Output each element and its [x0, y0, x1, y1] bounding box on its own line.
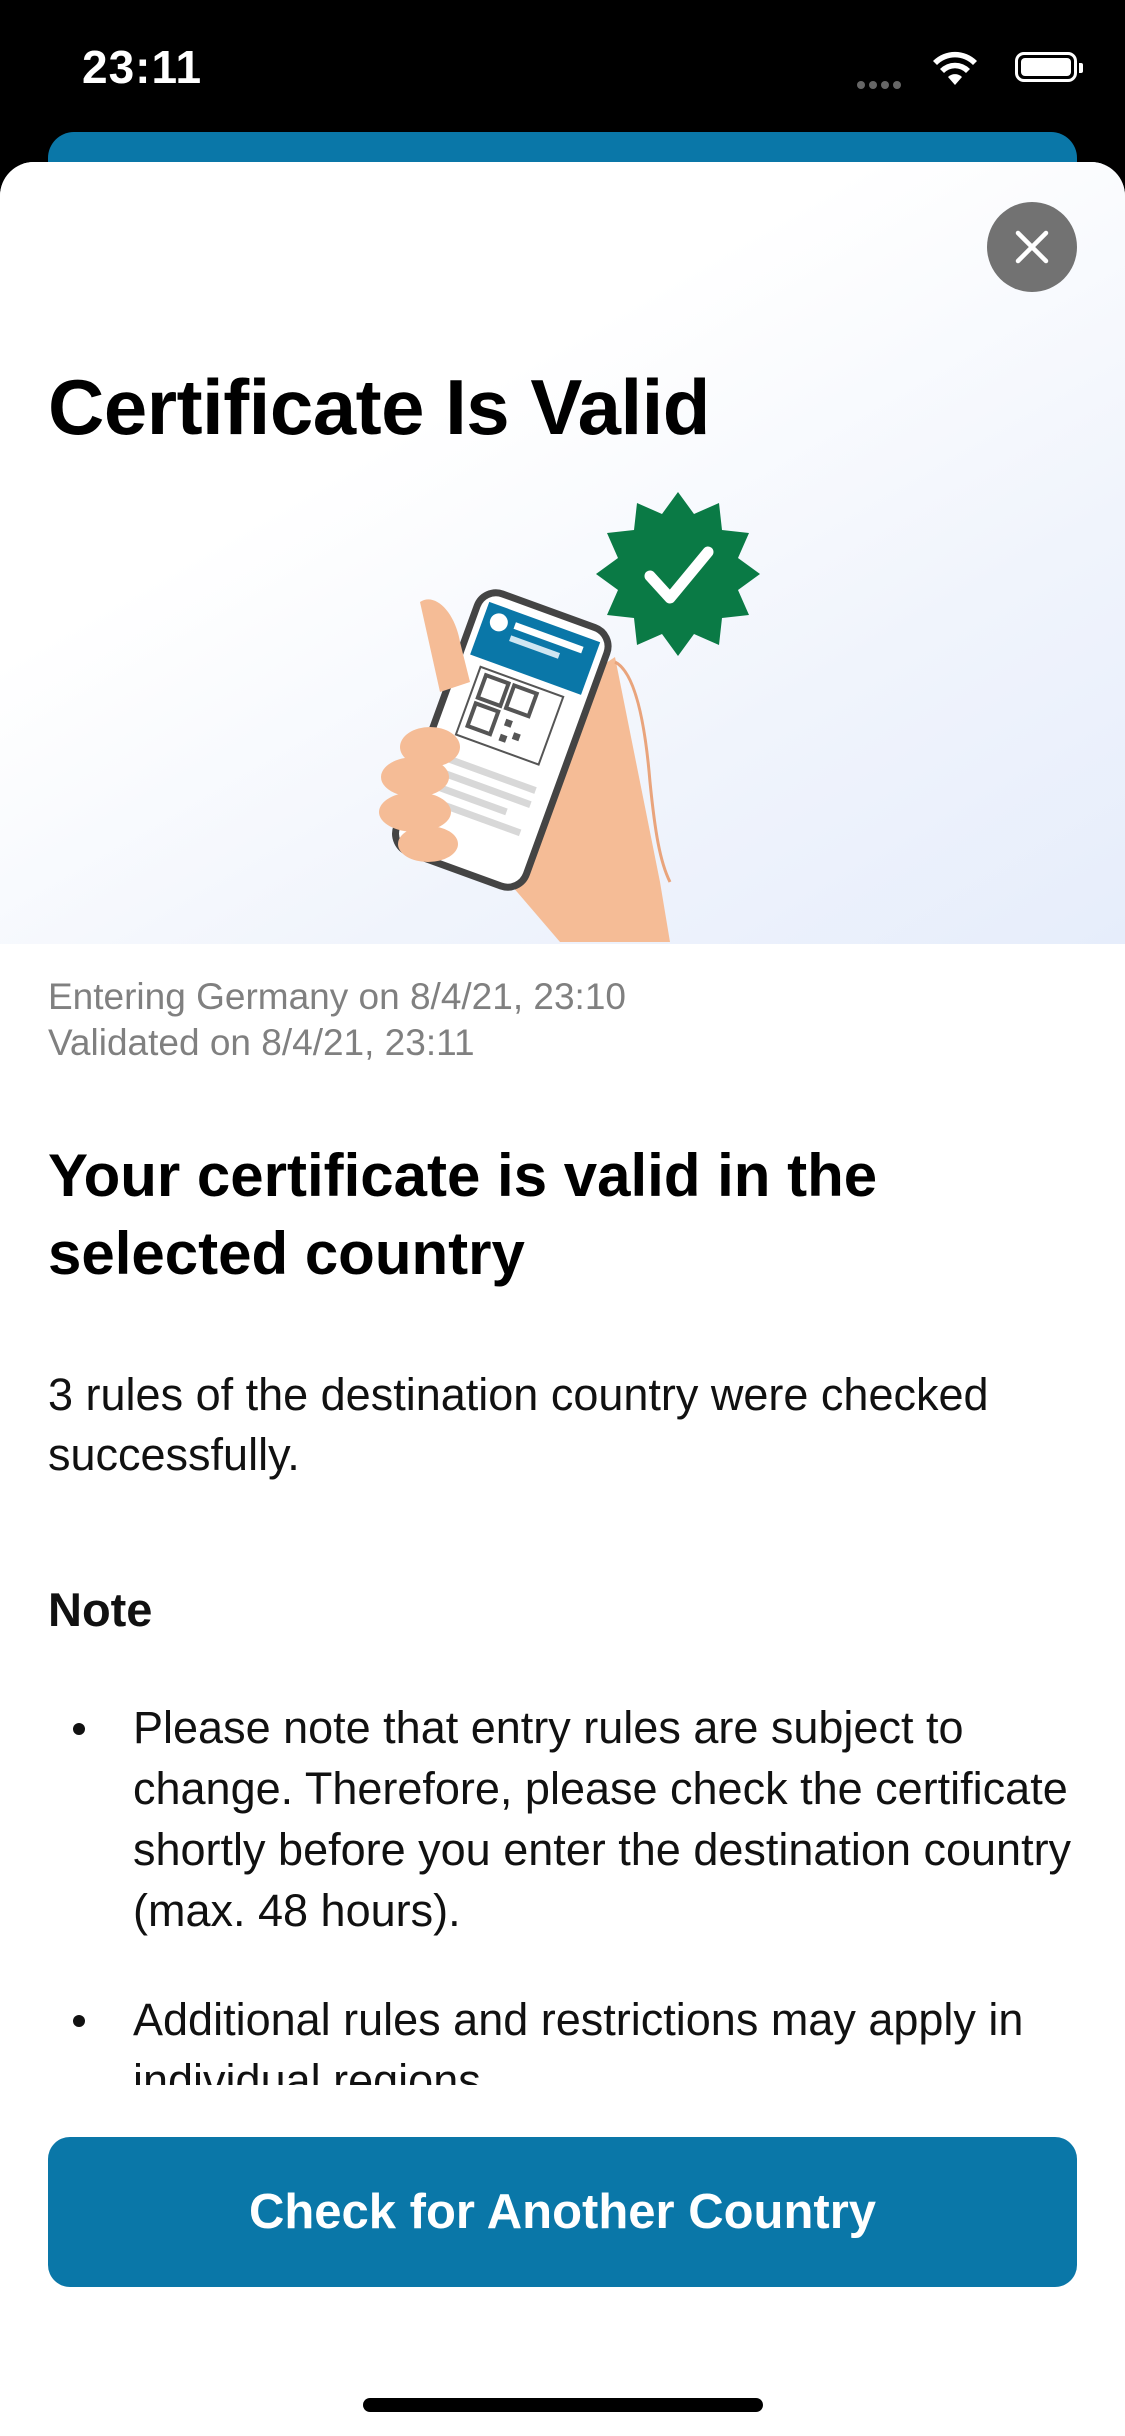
close-button[interactable] [987, 202, 1077, 292]
phone-illustration [379, 492, 760, 942]
note-list[interactable]: Please note that entry rules are subject… [48, 1697, 1078, 2085]
close-icon [1015, 230, 1049, 264]
note-text: Additional rules and restrictions may ap… [133, 1994, 1024, 2085]
check-another-country-button[interactable]: Check for Another Country [48, 2137, 1077, 2287]
bullet-icon [73, 2015, 85, 2027]
validated-date-text: Validated on 8/4/21, 23:11 [48, 1022, 475, 1063]
result-description: 3 rules of the destination country were … [48, 1369, 989, 1480]
status-bar: 23:11 [0, 0, 1125, 140]
status-time: 23:11 [82, 41, 203, 93]
signal-icon [857, 76, 905, 94]
home-indicator [363, 2398, 763, 2412]
note-item: Additional rules and restrictions may ap… [48, 1989, 1078, 2085]
bullet-icon [73, 1723, 85, 1735]
page-title: Certificate Is Valid [48, 363, 710, 451]
result-sheet: Certificate Is Valid Entering Germany on… [0, 162, 1125, 2436]
status-icons [857, 48, 1083, 94]
validation-meta: Entering Germany on 8/4/21, 23:10 Valida… [48, 974, 626, 1066]
wifi-icon [933, 51, 977, 85]
battery-icon [1015, 52, 1083, 82]
note-text: Please note that entry rules are subject… [133, 1702, 1072, 1936]
result-headline: Your certificate is valid in the selecte… [48, 1142, 878, 1287]
note-item: Please note that entry rules are subject… [48, 1697, 1078, 1941]
note-title: Note [48, 1583, 153, 1636]
entry-date-text: Entering Germany on 8/4/21, 23:10 [48, 976, 626, 1017]
check-badge-icon [596, 492, 760, 656]
